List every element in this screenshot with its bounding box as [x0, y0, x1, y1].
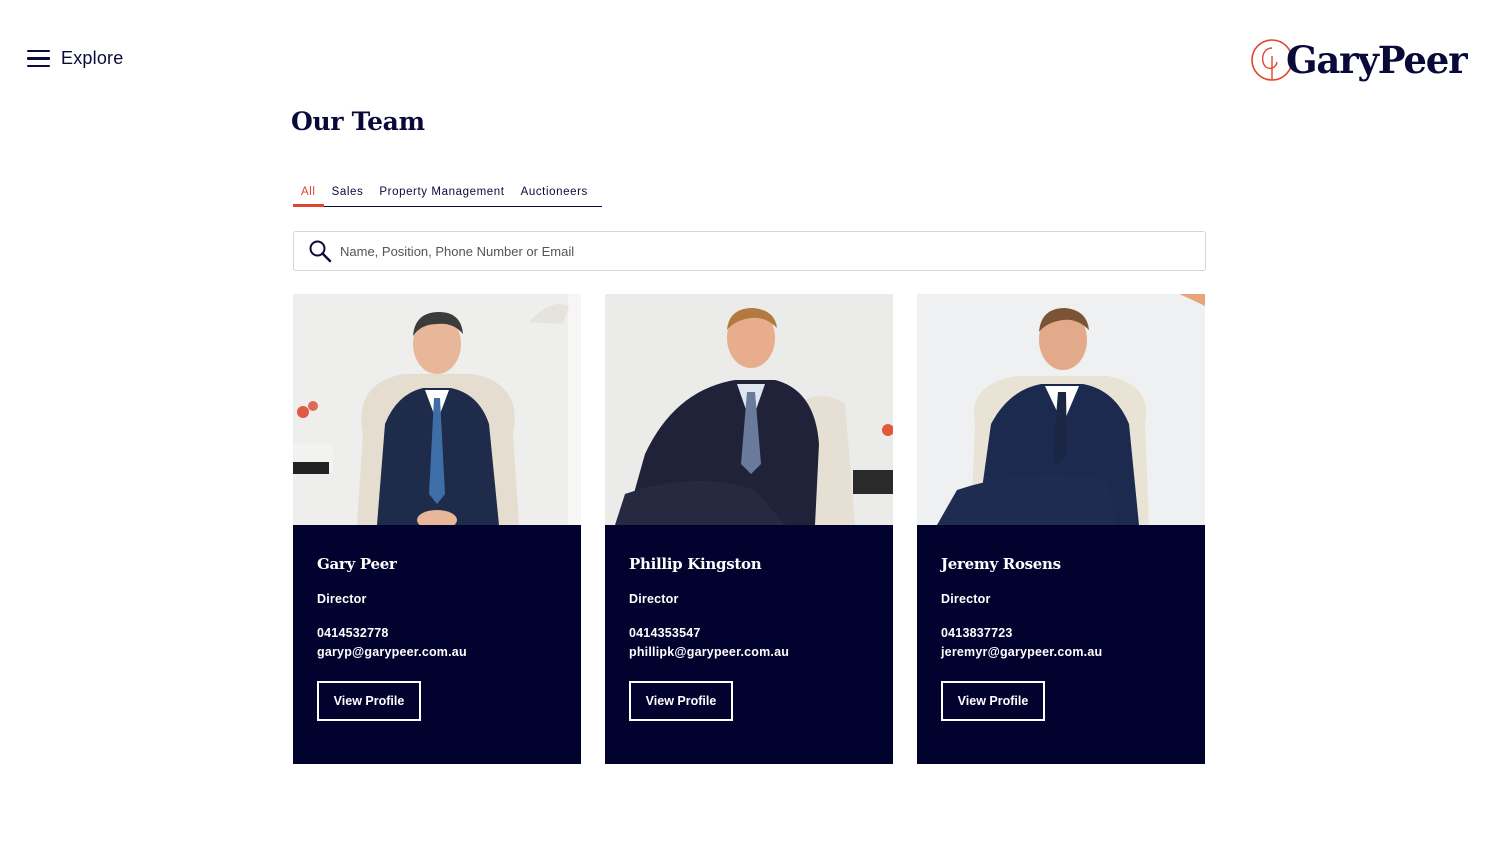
team-member-photo[interactable]: [605, 294, 893, 525]
team-member-email[interactable]: phillipk@garypeer.com.au: [629, 645, 869, 659]
team-member-phone[interactable]: 0414353547: [629, 626, 869, 640]
page-title: Our Team: [291, 107, 425, 136]
phillip-kingston-portrait: [605, 294, 893, 525]
logo[interactable]: GaryPeer: [1250, 36, 1468, 84]
team-member-position: Director: [629, 592, 679, 606]
team-member-photo[interactable]: [293, 294, 581, 525]
hamburger-icon: [27, 50, 50, 67]
team-member-phone[interactable]: 0413837723: [941, 626, 1181, 640]
search-icon: [309, 240, 332, 263]
team-member-name: Phillip Kingston: [629, 555, 762, 573]
team-member-name: Gary Peer: [317, 555, 397, 573]
team-member-card: Jeremy Rosens Director 0413837723 jeremy…: [917, 294, 1205, 764]
explore-label: Explore: [61, 48, 124, 68]
team-member-position: Director: [317, 592, 367, 606]
gary-peer-portrait: [293, 294, 581, 525]
tab-sales[interactable]: Sales: [324, 184, 372, 207]
tab-property-management[interactable]: Property Management: [371, 184, 512, 207]
team-member-email[interactable]: garyp@garypeer.com.au: [317, 645, 557, 659]
team-member-card: Gary Peer Director 0414532778 garyp@gary…: [293, 294, 581, 764]
view-profile-button[interactable]: View Profile: [941, 681, 1045, 721]
team-member-photo[interactable]: [917, 294, 1205, 525]
tab-all[interactable]: All: [293, 184, 324, 207]
logo-text: GaryPeer: [1286, 37, 1468, 82]
team-member-position: Director: [941, 592, 991, 606]
team-member-phone[interactable]: 0414532778: [317, 626, 557, 640]
team-member-email[interactable]: jeremyr@garypeer.com.au: [941, 645, 1181, 659]
team-grid: Gary Peer Director 0414532778 garyp@gary…: [293, 294, 1205, 764]
view-profile-button[interactable]: View Profile: [629, 681, 733, 721]
team-filter-tabs: All Sales Property Management Auctioneer…: [293, 184, 602, 207]
team-member-card: Phillip Kingston Director 0414353547 phi…: [605, 294, 893, 764]
search-input[interactable]: [340, 243, 1160, 259]
search-bar: [293, 231, 1206, 271]
tab-auctioneers[interactable]: Auctioneers: [513, 184, 596, 207]
explore-menu-button[interactable]: Explore: [27, 48, 123, 69]
team-member-name: Jeremy Rosens: [941, 555, 1061, 573]
jeremy-rosens-portrait: [917, 294, 1205, 525]
view-profile-button[interactable]: View Profile: [317, 681, 421, 721]
